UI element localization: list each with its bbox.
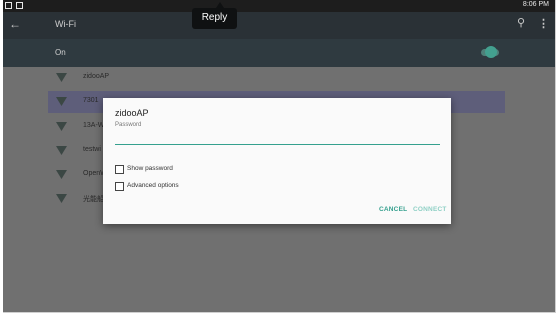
dialog-title: zidooAP bbox=[115, 108, 149, 118]
advanced-options-label: Advanced options bbox=[127, 182, 179, 189]
password-input[interactable] bbox=[115, 131, 440, 145]
connect-button[interactable]: CONNECT bbox=[413, 206, 447, 213]
password-label: Password bbox=[115, 122, 142, 128]
show-password-label: Show password bbox=[127, 165, 173, 172]
advanced-options-checkbox[interactable] bbox=[115, 182, 124, 191]
tooltip-text: Reply bbox=[201, 12, 228, 23]
connect-dialog: zidooAP Password Show password Advanced … bbox=[103, 98, 451, 224]
cancel-button[interactable]: CANCEL bbox=[379, 206, 407, 213]
show-password-checkbox[interactable] bbox=[115, 165, 124, 174]
reply-tooltip: Reply bbox=[192, 8, 237, 29]
android-screen: 8:06 PM ← Wi-Fi ⚲ ⋮ On zidooAP 7301 13A-… bbox=[3, 0, 556, 313]
